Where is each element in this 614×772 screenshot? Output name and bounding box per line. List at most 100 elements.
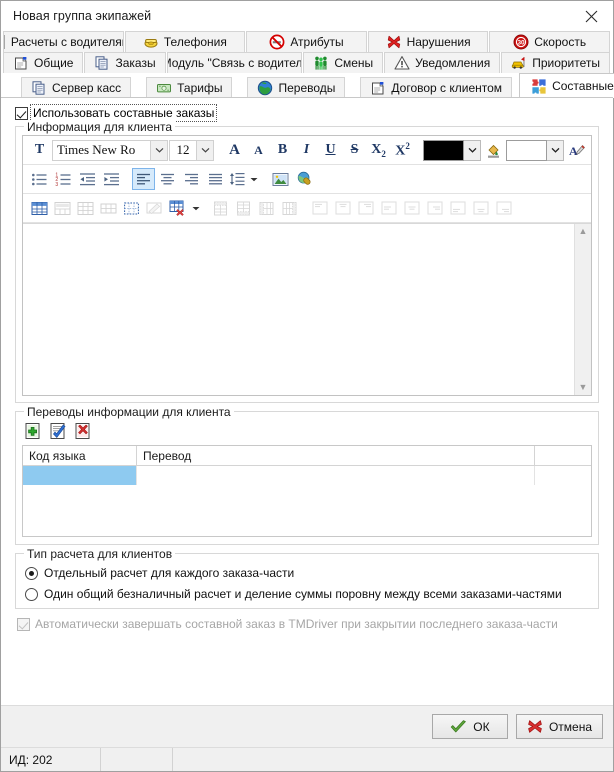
superscript-icon[interactable]: X2: [391, 139, 414, 161]
font-size-combo[interactable]: 12: [169, 139, 214, 161]
insert-row-below-icon[interactable]: [232, 197, 255, 219]
text-highlight-icon[interactable]: A: [565, 139, 588, 161]
client-info-legend: Информация для клиента: [24, 120, 176, 134]
insert-column-left-icon[interactable]: [255, 197, 278, 219]
cell-align-top-center-icon[interactable]: [331, 197, 354, 219]
insert-row-above-icon[interactable]: [209, 197, 232, 219]
translations-grid[interactable]: Код языка Перевод: [22, 445, 592, 537]
edit-translation-button[interactable]: [49, 422, 67, 440]
table-grid-icon[interactable]: [97, 197, 120, 219]
chevron-down-icon[interactable]: [150, 140, 167, 160]
font-name-combo[interactable]: Times New Ro: [52, 139, 168, 161]
grow-font-icon[interactable]: A: [223, 139, 246, 161]
fill-color-icon[interactable]: [482, 139, 505, 161]
tab-telefoniya[interactable]: Телефония: [124, 31, 246, 52]
font-dialog-icon[interactable]: T: [28, 139, 51, 161]
scroll-down-icon[interactable]: ▼: [579, 383, 588, 392]
cell-align-top-right-icon[interactable]: [354, 197, 377, 219]
calc-type-option-shared[interactable]: Один общий безналичный расчет и деление …: [25, 587, 590, 601]
cell-translation[interactable]: [137, 466, 535, 485]
column-header-translation[interactable]: Перевод: [137, 446, 535, 465]
cell-align-bottom-left-icon[interactable]: [446, 197, 469, 219]
scroll-up-icon[interactable]: ▲: [579, 227, 588, 236]
chevron-down-icon[interactable]: [196, 140, 213, 160]
cancel-button[interactable]: Отмена: [515, 714, 603, 739]
delete-translation-button[interactable]: [74, 422, 92, 440]
align-left-icon[interactable]: [132, 168, 155, 190]
table-row[interactable]: [23, 466, 591, 485]
insert-hyperlink-icon[interactable]: [293, 168, 316, 190]
cell-align-bottom-right-icon[interactable]: [492, 197, 515, 219]
delete-table-icon[interactable]: [166, 197, 189, 219]
calc-type-radio-shared[interactable]: [25, 587, 38, 601]
cell-align-top-left-icon[interactable]: [308, 197, 331, 219]
use-composite-orders-checkbox[interactable]: [15, 106, 28, 120]
line-spacing-dropdown-icon[interactable]: [247, 168, 260, 190]
cell-align-bottom-center-icon[interactable]: [469, 197, 492, 219]
chevron-down-icon[interactable]: [547, 139, 564, 161]
dialog-footer: ОК Отмена: [1, 705, 613, 747]
cell-align-middle-left-icon[interactable]: [377, 197, 400, 219]
align-center-icon[interactable]: [156, 168, 179, 190]
tab-smeny[interactable]: Смены: [303, 52, 384, 73]
tab-zakazy[interactable]: Заказы: [84, 52, 166, 73]
tab-skorost[interactable]: 30 Скорость: [489, 31, 610, 52]
split-cells-icon[interactable]: [74, 197, 97, 219]
align-justify-icon[interactable]: [204, 168, 227, 190]
add-translation-button[interactable]: [24, 422, 42, 440]
tab-obshchie[interactable]: Общие: [3, 52, 84, 73]
insert-column-right-icon[interactable]: [278, 197, 301, 219]
calc-type-radio-separate[interactable]: [25, 566, 38, 580]
line-spacing-icon[interactable]: [228, 168, 246, 190]
tab-uvedomleniya[interactable]: Уведомления: [384, 52, 501, 73]
cell-lang-code[interactable]: [23, 466, 137, 485]
cell-align-middle-right-icon[interactable]: [423, 197, 446, 219]
increase-indent-icon[interactable]: [100, 168, 123, 190]
tab-narusheniya[interactable]: Нарушения: [367, 31, 489, 52]
client-info-textarea[interactable]: [23, 224, 574, 395]
cell-align-middle-center-icon[interactable]: [400, 197, 423, 219]
editor-vertical-scrollbar[interactable]: ▲ ▼: [574, 224, 591, 395]
tab-modul-svyaz-s-voditelyami[interactable]: Модуль "Связь с водителями": [166, 52, 303, 73]
tab-label: Переводы: [278, 81, 336, 95]
numbered-list-icon[interactable]: 123: [52, 168, 75, 190]
bullet-list-icon[interactable]: [28, 168, 51, 190]
close-icon: [585, 10, 597, 22]
strikethrough-icon[interactable]: S: [343, 139, 366, 161]
delete-table-dropdown-icon[interactable]: [189, 197, 202, 219]
tab-raschety-s-voditelyami[interactable]: Расчеты с водителями: [3, 31, 124, 52]
tab-dogovor-s-klientom[interactable]: Договор с клиентом: [360, 77, 513, 98]
tab-sostavnye-zakazy[interactable]: Составные заказы: [519, 73, 614, 98]
bold-icon[interactable]: B: [271, 139, 294, 161]
tab-perevody[interactable]: Переводы: [247, 77, 346, 98]
rtf-toolbar-font: T Times New Ro 12 A A B I U S X2 X2 A: [23, 136, 591, 165]
use-composite-orders-row[interactable]: Использовать составные заказы: [15, 104, 605, 122]
calc-type-legend: Тип расчета для клиентов: [24, 547, 176, 561]
align-right-icon[interactable]: [180, 168, 203, 190]
tab-prioritety[interactable]: Приоритеты: [501, 52, 610, 73]
decrease-indent-icon[interactable]: [76, 168, 99, 190]
column-header-lang-code[interactable]: Код языка: [23, 446, 137, 465]
chevron-down-icon[interactable]: [464, 139, 481, 161]
tab-server-kass[interactable]: Сервер касс: [21, 77, 132, 98]
tab-label: Телефония: [163, 35, 227, 49]
subscript-icon[interactable]: X2: [367, 139, 390, 161]
auto-finish-label: Автоматически завершать составной заказ …: [35, 617, 558, 631]
tab-label: Скорость: [534, 35, 587, 49]
underline-icon[interactable]: U: [319, 139, 342, 161]
text-color-picker[interactable]: [423, 139, 481, 161]
table-borders-icon[interactable]: [120, 197, 143, 219]
table-properties-icon[interactable]: [143, 197, 166, 219]
tab-row-1: Расчеты с водителями Телефония Атрибуты: [3, 31, 611, 52]
tab-tarify[interactable]: Тарифы: [146, 77, 233, 98]
highlight-color-picker[interactable]: [506, 139, 564, 161]
italic-icon[interactable]: I: [295, 139, 318, 161]
insert-table-icon[interactable]: [28, 197, 51, 219]
ok-button[interactable]: ОК: [431, 714, 508, 739]
merge-cells-icon[interactable]: [51, 197, 74, 219]
calc-type-option-separate[interactable]: Отдельный расчет для каждого заказа-част…: [25, 566, 590, 580]
shrink-font-icon[interactable]: A: [247, 139, 270, 161]
insert-image-icon[interactable]: [269, 168, 292, 190]
close-button[interactable]: [569, 1, 613, 31]
tab-atributy[interactable]: Атрибуты: [246, 31, 367, 52]
